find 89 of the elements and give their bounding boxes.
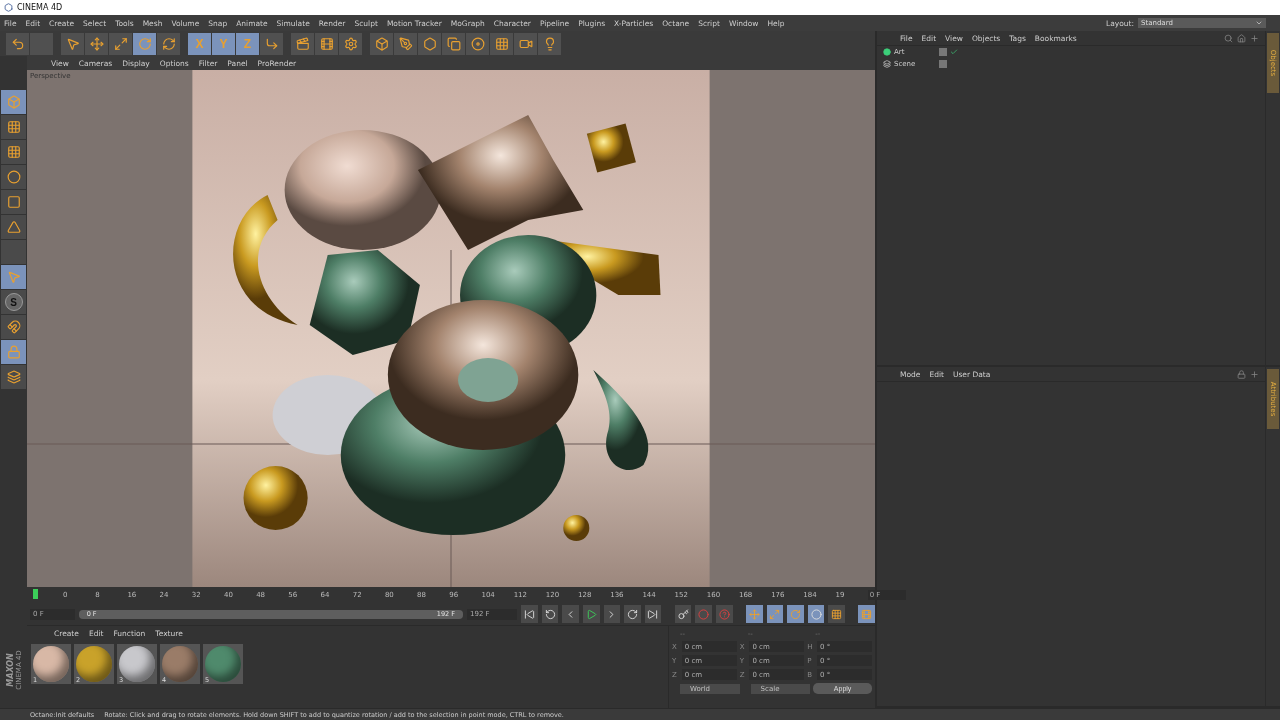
mode-button[interactable]: [1, 365, 26, 389]
check-icon[interactable]: [950, 48, 958, 56]
mode-button[interactable]: [1, 140, 26, 164]
move-icon: [748, 608, 760, 620]
brand-logo-text: MAXON: [5, 653, 14, 687]
skip-forward-icon: [647, 608, 659, 620]
point-level-button[interactable]: [828, 605, 845, 623]
pen-icon: [398, 36, 413, 51]
point-icon: [6, 170, 21, 184]
toolbar-button[interactable]: [394, 32, 417, 55]
cube-icon: [6, 95, 21, 109]
toolbar-button[interactable]: [260, 32, 283, 55]
loop-icon: [544, 608, 556, 620]
plus-icon[interactable]: [1250, 33, 1259, 43]
film-icon: [861, 608, 873, 620]
search-icon[interactable]: [1224, 33, 1233, 43]
toolbar-button[interactable]: [315, 32, 338, 55]
cube-icon: [374, 36, 389, 51]
toolbar-button[interactable]: [466, 32, 489, 55]
layer-icon: [883, 60, 891, 68]
toolbar-button[interactable]: [339, 32, 362, 55]
pointer-icon: [6, 270, 21, 284]
circle-icon: [810, 608, 822, 620]
lock-icon: [6, 345, 21, 359]
toolbar-button[interactable]: [370, 32, 393, 55]
previous-key-button[interactable]: [541, 605, 559, 623]
edge-icon: [6, 195, 21, 209]
record-button[interactable]: [674, 605, 692, 623]
parameter-key-button[interactable]: [807, 605, 825, 623]
grid-icon: [831, 608, 843, 620]
scale-icon: [113, 36, 128, 51]
magnet-icon: [6, 320, 21, 334]
next-frame-button[interactable]: [603, 605, 621, 623]
toolbar-button[interactable]: [6, 32, 29, 55]
disc-icon: [470, 36, 485, 51]
toolbar-button[interactable]: [442, 32, 465, 55]
toolbar-button[interactable]: [490, 32, 513, 55]
toolbar-button[interactable]: [291, 32, 314, 55]
home-icon[interactable]: [1237, 33, 1246, 43]
polygon-icon: [6, 220, 21, 234]
toolbar-button[interactable]: [418, 32, 441, 55]
toolbar-button[interactable]: [109, 32, 132, 55]
toolbar-button[interactable]: [85, 32, 108, 55]
copies-icon: [446, 36, 461, 51]
mode-button[interactable]: [1, 190, 26, 214]
keyframe-selection-button[interactable]: [715, 605, 733, 623]
axis-icon: [264, 36, 279, 51]
toolbar-button[interactable]: [514, 32, 537, 55]
play-button[interactable]: [582, 605, 600, 623]
rotate-icon: [790, 608, 801, 620]
rotate-icon: [137, 36, 152, 51]
toolbar-button[interactable]: [157, 32, 180, 55]
move-icon: [89, 36, 104, 51]
clapperboard-icon: [295, 36, 310, 51]
scale-key-button[interactable]: [766, 605, 784, 623]
skip-back-icon: [524, 608, 535, 620]
layers-icon: [6, 370, 21, 384]
timeline-button[interactable]: [858, 605, 876, 623]
caret-icon: [1255, 19, 1263, 27]
grid-icon: [494, 36, 509, 51]
mode-button[interactable]: [1, 215, 26, 239]
mode-button[interactable]: [1, 165, 26, 189]
plus-icon[interactable]: [1250, 369, 1259, 379]
record-icon: [698, 608, 710, 620]
key-icon: [677, 608, 689, 620]
go-to-end-button[interactable]: [644, 605, 662, 623]
undo-icon: [10, 36, 25, 51]
rotate-icon: [161, 36, 176, 51]
loop-icon: [626, 608, 638, 620]
pointer-icon: [65, 36, 80, 51]
question-icon: [718, 608, 730, 620]
app-logo-icon: [4, 3, 13, 12]
mode-button[interactable]: [1, 315, 26, 339]
next-key-button[interactable]: [624, 605, 641, 623]
film-icon: [319, 36, 334, 51]
toolbar-button[interactable]: [133, 32, 156, 55]
play-icon: [585, 608, 597, 620]
go-to-start-button[interactable]: [521, 605, 538, 623]
toolbar-button[interactable]: [538, 32, 561, 55]
scale-icon: [769, 608, 781, 620]
mode-button[interactable]: [1, 115, 26, 139]
hexagon-icon: [422, 36, 437, 51]
lock-icon[interactable]: [1237, 369, 1246, 379]
settings-icon: [343, 36, 358, 51]
window-title: CINEMA 4D: [17, 3, 63, 12]
null-object-icon: [883, 48, 891, 56]
toolbar-button[interactable]: [61, 32, 84, 55]
checker-icon: [6, 120, 21, 134]
grid-icon: [6, 145, 21, 159]
